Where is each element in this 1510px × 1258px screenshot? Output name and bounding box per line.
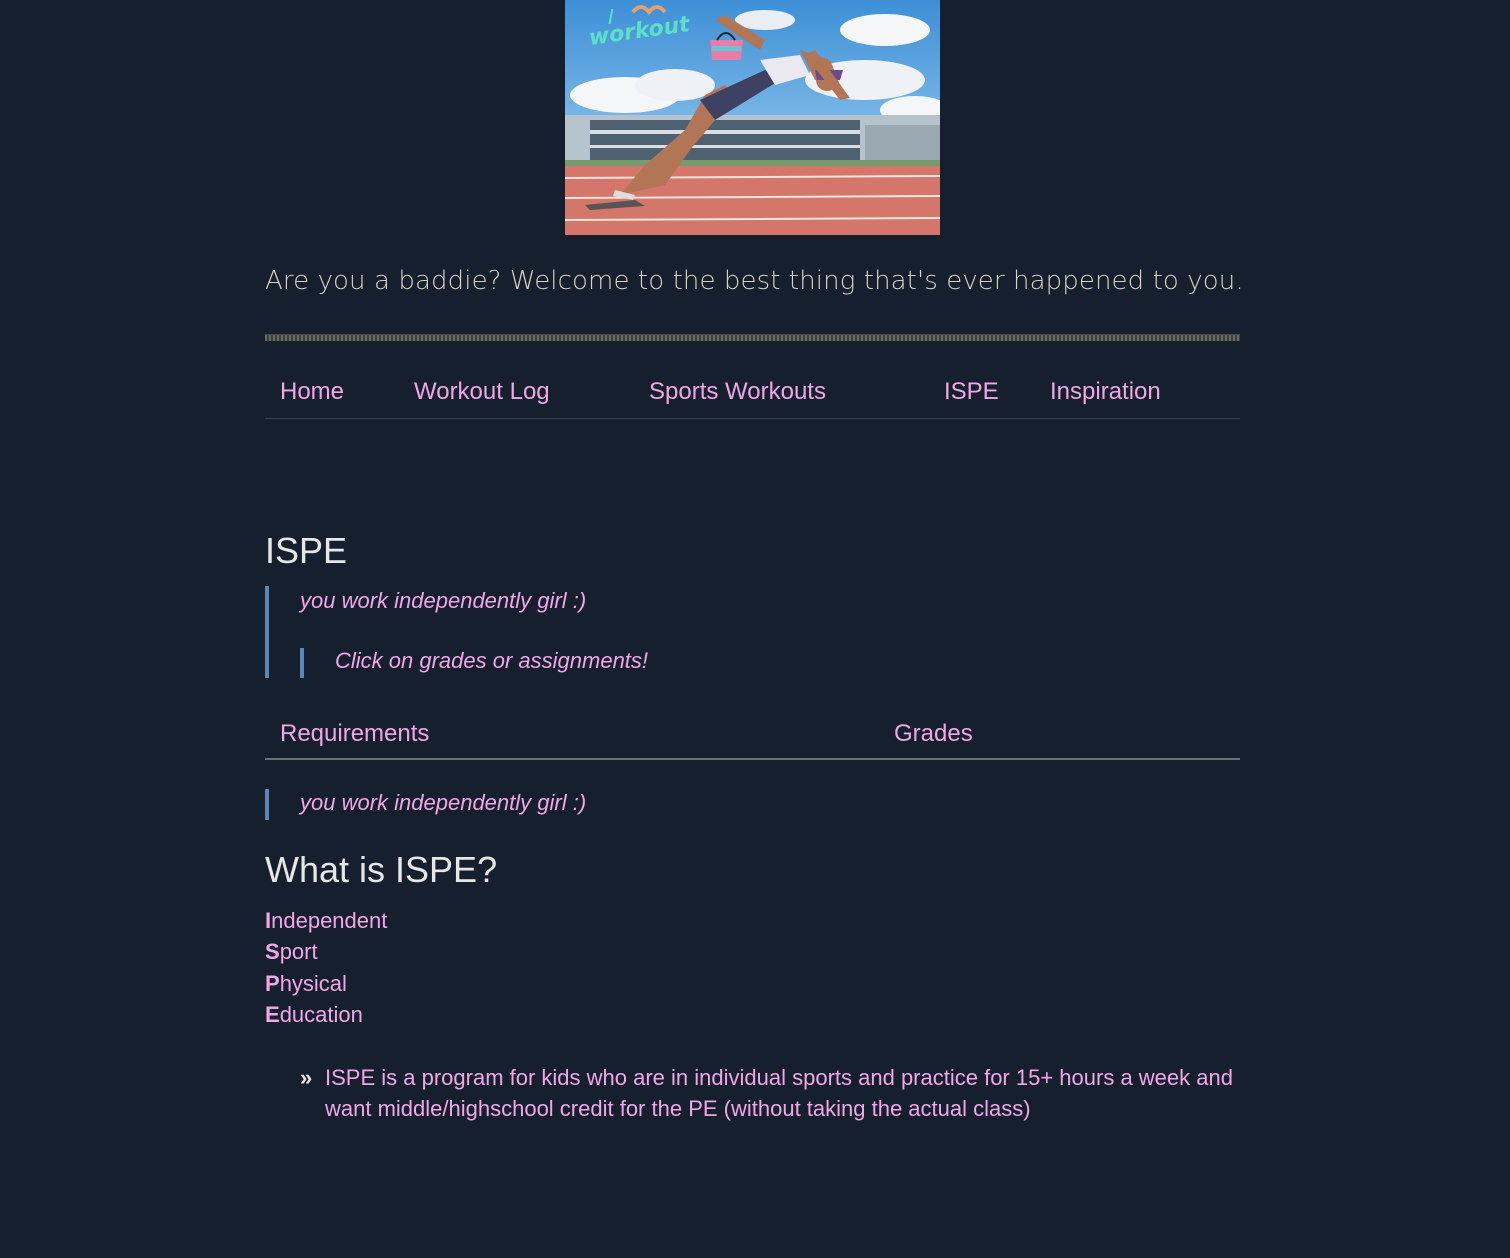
tab-grades[interactable]: Grades [894, 720, 973, 748]
acronym-list: Independent Sport Physical Education [265, 905, 387, 1030]
nav-item-ispe[interactable]: ISPE [944, 378, 999, 406]
tab-content-quote: you work independently girl :) [265, 789, 586, 820]
tab-bar: Requirements Grades [265, 712, 1240, 760]
svg-text:I: I [608, 5, 614, 29]
nav-item-workout-log[interactable]: Workout Log [414, 378, 550, 406]
main-nav: Home Workout Log Sports Workouts ISPE In… [265, 370, 1240, 419]
chevron-right-icon: » [300, 1065, 313, 1090]
acronym-rest: ndependent [271, 908, 388, 933]
acronym-rest: ducation [279, 1001, 363, 1027]
quote-text: you work independently girl :) [300, 588, 587, 613]
quote-instruction-text: Click on grades or assignments! [335, 648, 649, 673]
acronym-initial: P [265, 970, 280, 996]
list-item-text: ISPE is a program for kids who are in in… [325, 1065, 1233, 1121]
acronym-rest: port [279, 939, 318, 965]
header-divider [265, 334, 1240, 341]
acronym-row: Independent [265, 905, 387, 936]
nav-item-sports-workouts[interactable]: Sports Workouts [649, 378, 826, 406]
hero-image: workout I [565, 0, 940, 235]
page-title: ISPE [265, 530, 348, 571]
nav-item-home[interactable]: Home [280, 378, 344, 406]
blockquote-inner: Click on grades or assignments! [300, 648, 648, 678]
acronym-initial: S [265, 939, 280, 965]
acronym-row: Sport [265, 936, 387, 967]
tab-requirements[interactable]: Requirements [280, 720, 429, 748]
acronym-row: Education [265, 999, 387, 1030]
acronym-row: Physical [265, 968, 387, 999]
acronym-rest: hysical [279, 970, 347, 996]
tab-content-quote-text: you work independently girl :) [300, 790, 587, 815]
section-title: What is ISPE? [265, 849, 498, 890]
nav-item-inspiration[interactable]: Inspiration [1050, 378, 1161, 406]
acronym-initial: E [265, 1001, 280, 1027]
blockquote-outer: you work independently girl :) Click on … [265, 586, 1244, 678]
site-tagline: Are you a baddie? Welcome to the best th… [265, 266, 1244, 296]
